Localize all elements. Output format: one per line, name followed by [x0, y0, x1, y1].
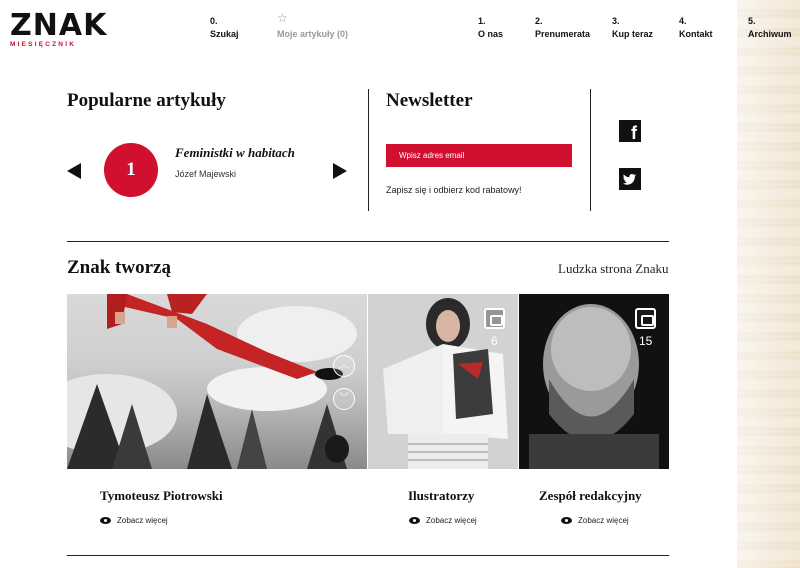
paper-background-strip [737, 0, 800, 568]
chevron-up-icon[interactable]: ︿ [333, 355, 355, 377]
nav-label: Kontakt [679, 29, 713, 39]
human-side-link[interactable]: Ludzka strona Znaku [558, 261, 668, 277]
nav-buy-now[interactable]: 3. Kup teraz [612, 15, 653, 41]
nav-number: 2. [535, 16, 543, 26]
star-icon: ☆ [277, 11, 288, 25]
next-arrow-icon[interactable] [333, 163, 347, 179]
nav-number: 0. [210, 16, 218, 26]
nav-label: Prenumerata [535, 29, 591, 39]
section-divider [67, 555, 669, 556]
nav-label: Archiwum [748, 29, 792, 39]
nav-label: Moje artykuły (0) [277, 29, 349, 39]
eye-icon [561, 517, 572, 524]
prev-arrow-icon[interactable] [67, 163, 81, 179]
nav-number: 1. [478, 16, 486, 26]
see-more-label: Zobacz więcej [578, 516, 629, 525]
twitter-icon[interactable] [619, 168, 641, 190]
nav-label: O nas [478, 29, 504, 39]
creators-heading: Znak tworzą [67, 257, 171, 278]
nav-archive[interactable]: 5. Archiwum [748, 15, 792, 41]
nav-number: 4. [679, 16, 687, 26]
popular-heading: Popularne artykuły [67, 90, 226, 111]
photo-count: 6 [491, 334, 498, 348]
nav-subscription[interactable]: 2. Prenumerata [535, 15, 590, 41]
see-more-label: Zobacz więcej [426, 516, 477, 525]
article-title[interactable]: Feministki w habitach [175, 145, 295, 161]
collage-illustration [67, 294, 357, 469]
tile-image-editorial-team[interactable]: 15 [519, 294, 669, 469]
section-divider [67, 241, 669, 242]
nav-number: 3. [612, 16, 620, 26]
newsletter-email-input[interactable]: Wpisz adres email [386, 144, 572, 167]
facebook-icon[interactable]: f [619, 120, 641, 142]
see-more-link[interactable]: Zobacz więcej [409, 516, 477, 525]
chevron-down-icon[interactable]: ﹀ [333, 388, 355, 410]
nav-contact[interactable]: 4. Kontakt [679, 15, 713, 41]
logo-text: ZNAK [10, 8, 108, 43]
rank-badge: 1 [104, 143, 158, 197]
tile-name-piotrowski[interactable]: Tymoteusz Piotrowski [100, 488, 223, 504]
tile-image-piotrowski[interactable]: ︿ ﹀ [67, 294, 367, 469]
eye-icon [100, 517, 111, 524]
nav-label: Kup teraz [612, 29, 654, 39]
tile-name-illustrators[interactable]: Ilustratorzy [408, 488, 474, 504]
see-more-link[interactable]: Zobacz więcej [561, 516, 629, 525]
article-author: Józef Majewski [175, 169, 237, 179]
nav-number: 5. [748, 16, 756, 26]
divider [368, 89, 369, 211]
tile-name-editorial-team[interactable]: Zespół redakcyjny [539, 488, 642, 504]
newsletter-note: Zapisz się i odbierz kod rabatowy! [386, 185, 522, 195]
photo-count: 15 [639, 334, 653, 348]
nav-about[interactable]: 1. O nas [478, 15, 503, 41]
eye-icon [409, 517, 420, 524]
nav-label: Szukaj [210, 29, 239, 39]
photo-gallery-icon [635, 308, 656, 329]
photo-gallery-icon [484, 308, 505, 329]
newsletter-heading: Newsletter [386, 90, 473, 111]
divider [590, 89, 591, 211]
nav-my-articles[interactable]: Moje artykuły (0) [277, 28, 348, 41]
see-more-link[interactable]: Zobacz więcej [100, 516, 168, 525]
tile-image-illustrators[interactable]: 6 [368, 294, 518, 469]
site-logo[interactable]: ZNAK MIESIĘCZNIK [10, 8, 114, 49]
nav-search[interactable]: 0. Szukaj [210, 15, 239, 41]
see-more-label: Zobacz więcej [117, 516, 168, 525]
